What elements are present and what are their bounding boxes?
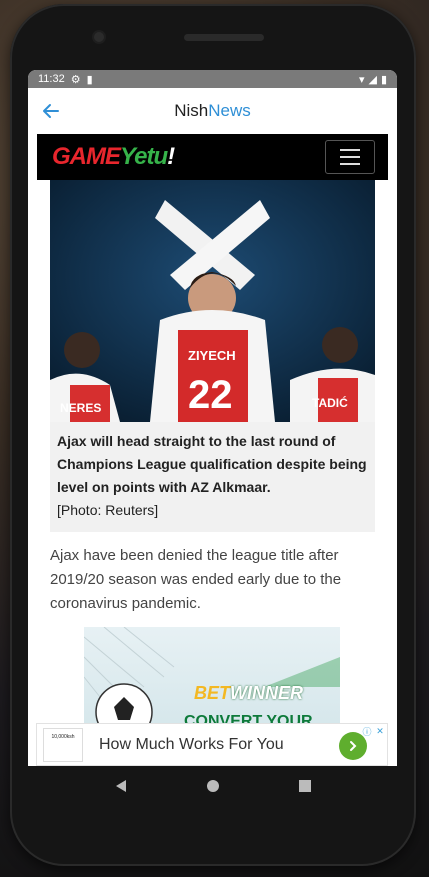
signal-icon: ◢ [368,73,377,86]
banner-ad-text: How Much Works For You [99,735,284,753]
photo-caption: Ajax will head straight to the last roun… [50,422,375,532]
screen: 11:32 ⚙ ▮ ▾ ◢ ▮ NishNews GAMEYetu! NERES… [28,70,397,766]
ad-thumbnail: 10,000ksh [43,727,83,762]
home-nav-icon[interactable] [206,779,220,793]
chevron-right-icon [350,741,357,751]
article-content: NERES TADIĆ ZIYECH 22 Ajax will head str… [28,180,397,616]
article-paragraph: Ajax have been denied the league title a… [50,547,342,612]
caption-credit: [Photo: Reuters] [57,502,159,518]
app-title: NishNews [28,101,397,121]
settings-icon: ⚙ [70,73,81,86]
close-icon[interactable]: ✕ [375,726,385,736]
app-title-nish: Nish [174,101,209,120]
bottom-banner-ad[interactable]: 10,000ksh How Much Works For You ⓘ ✕ [36,723,388,766]
android-nav-bar [28,766,397,806]
recents-nav-icon[interactable] [298,779,312,793]
app-title-news: News [208,101,251,120]
app-bar: NishNews [28,88,397,134]
article-photo: NERES TADIĆ ZIYECH 22 [50,180,375,422]
photo-name-right: TADIĆ [312,395,348,410]
caption-text: Ajax will head straight to the last roun… [57,433,367,495]
hamburger-icon-line [340,149,360,151]
arrow-left-icon [43,104,59,118]
sd-card-icon: ▮ [86,73,93,86]
wifi-icon: ▾ [358,73,365,86]
status-bar: 11:32 ⚙ ▮ ▾ ◢ ▮ [28,70,397,88]
hamburger-icon-line [340,163,360,165]
photo-name-center: ZIYECH [188,348,236,363]
photo-name-left: NERES [60,401,101,415]
status-time: 11:32 [38,73,65,85]
hamburger-icon-line [340,156,360,158]
gameyetu-logo[interactable]: GAMEYetu! [52,143,175,171]
battery-icon: ▮ [380,73,387,86]
photo-illustration: NERES TADIĆ ZIYECH 22 [50,180,375,422]
ad-choices[interactable]: ⓘ ✕ [362,726,385,737]
ad-brand: BETWINNER [194,683,303,703]
earpiece-speaker [184,34,264,41]
site-header: GAMEYetu! [37,134,388,180]
adchoices-icon[interactable]: ⓘ [362,726,372,737]
menu-toggle-button[interactable] [325,140,375,174]
front-camera [94,32,104,42]
back-nav-icon[interactable] [114,779,128,793]
back-button[interactable] [38,98,64,124]
photo-number: 22 [188,373,233,417]
